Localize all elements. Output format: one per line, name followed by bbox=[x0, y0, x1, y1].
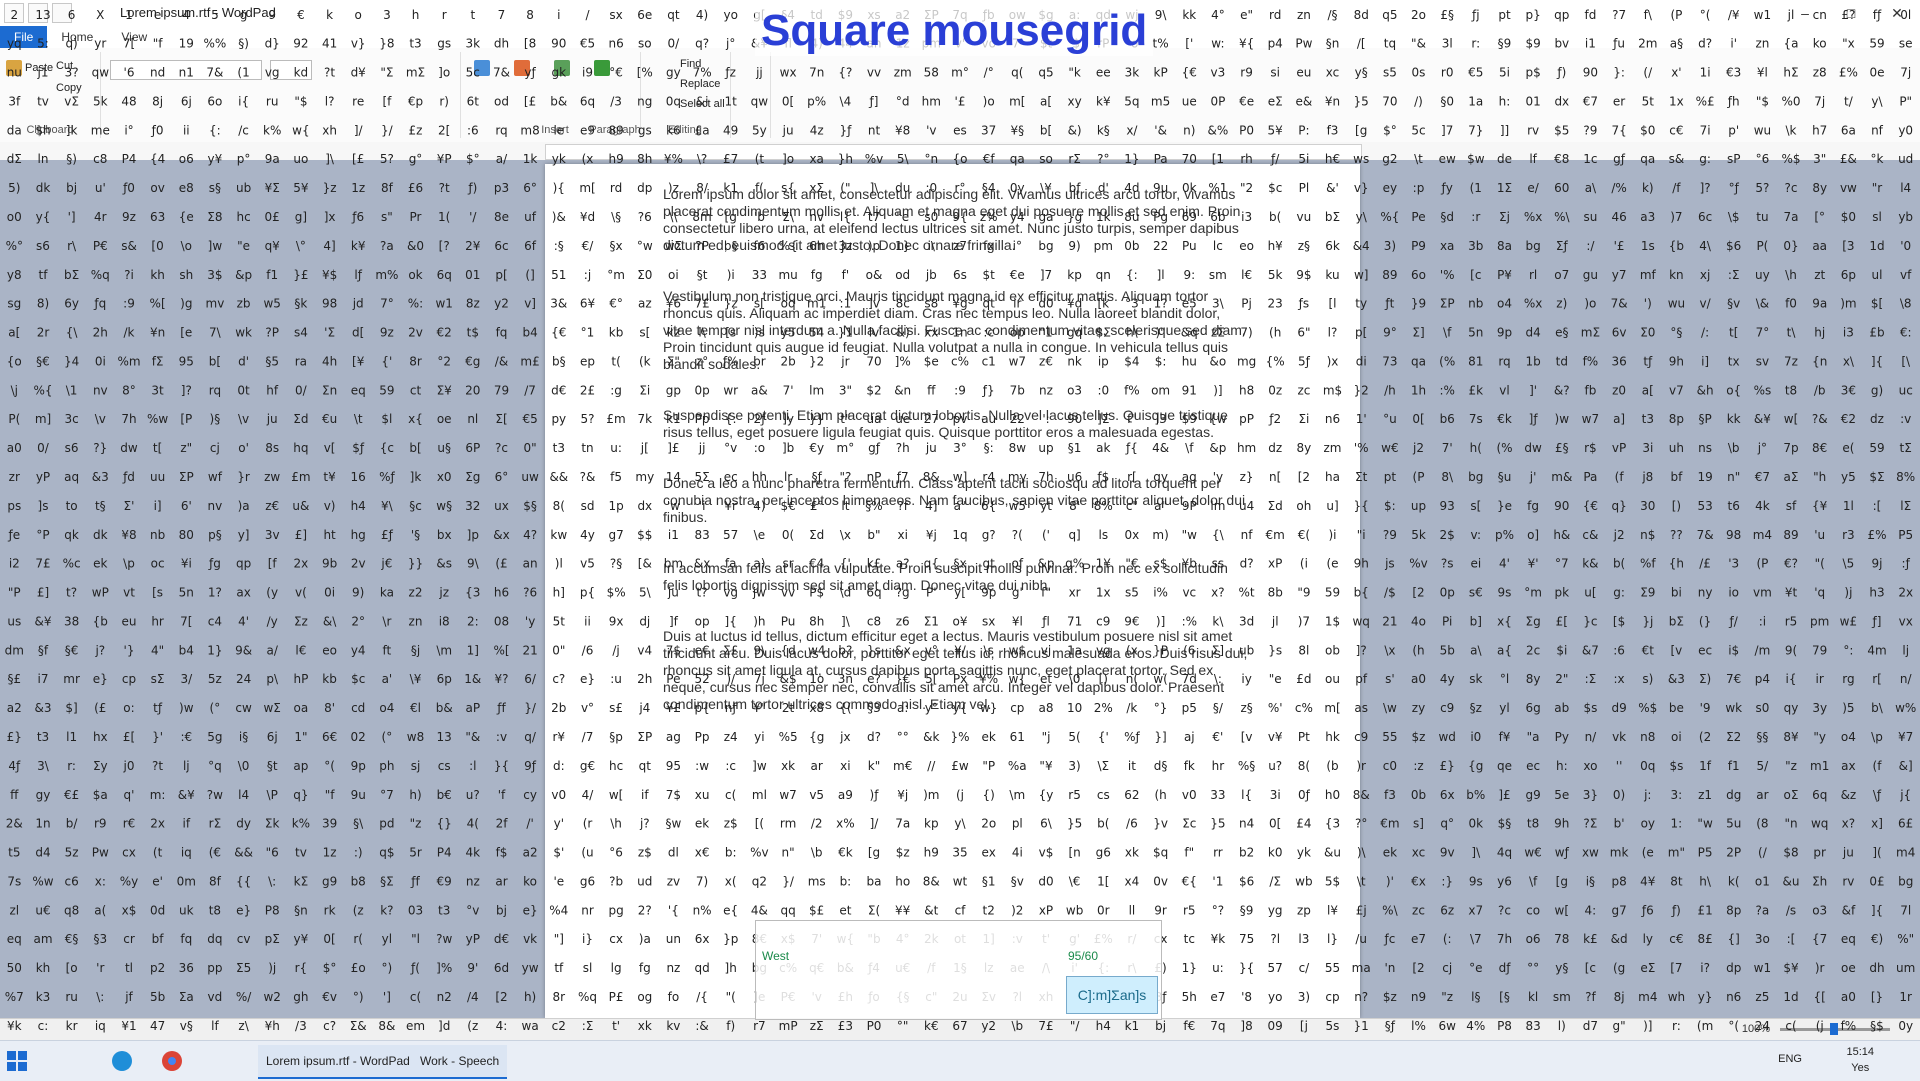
tab-file[interactable]: File bbox=[0, 26, 48, 48]
font-group bbox=[100, 52, 461, 138]
date-time-button[interactable] bbox=[554, 60, 573, 76]
object-icon bbox=[594, 60, 610, 76]
taskbar: Lorem ipsum.rtf - WordPad Work - Speech … bbox=[0, 1040, 1920, 1081]
find-button[interactable]: Find bbox=[680, 58, 701, 70]
tab-home[interactable]: Home bbox=[47, 26, 107, 48]
popup-percent: 95/60 bbox=[1068, 949, 1099, 963]
paragraph: Donec a leo a nunc pharetra fermentum. C… bbox=[663, 475, 1246, 525]
calendar-icon bbox=[554, 60, 570, 76]
editing-group: Find Replace Select all Editing bbox=[640, 52, 731, 138]
page-ruler[interactable] bbox=[545, 144, 1362, 160]
taskbar-app-speech[interactable]: Work - Speech bbox=[412, 1045, 508, 1079]
copy-button[interactable]: Copy bbox=[56, 82, 82, 94]
zoom-slider-thumb[interactable] bbox=[1830, 1023, 1838, 1035]
tab-view[interactable]: View bbox=[107, 26, 161, 48]
insert-object-button[interactable] bbox=[594, 60, 613, 76]
title-bar: Lorem ipsum.rtf - WordPad – □ ✕ bbox=[0, 0, 1920, 27]
editing-group-label: Editing bbox=[668, 124, 702, 136]
taskbar-app-wordpad[interactable]: Lorem ipsum.rtf - WordPad bbox=[258, 1045, 418, 1079]
close-button[interactable]: ✕ bbox=[1874, 0, 1920, 26]
status-bar: 100% bbox=[0, 1018, 1920, 1041]
font-size-select[interactable] bbox=[270, 60, 312, 80]
paragraph: Suspendisse potenti. Etiam placerat dict… bbox=[663, 407, 1228, 440]
font-family-select[interactable] bbox=[110, 60, 262, 80]
cut-button[interactable]: Cut bbox=[56, 60, 73, 72]
paint-drawing-button[interactable] bbox=[514, 60, 533, 76]
paste-button[interactable]: Paste bbox=[6, 60, 53, 76]
direction-popup: West 95/60 C]:m]Σan]s bbox=[755, 920, 1162, 1020]
language-indicator[interactable]: ENG bbox=[1778, 1053, 1802, 1065]
quick-access-toolbar bbox=[4, 3, 72, 23]
document-text[interactable]: Lorem ipsum dolor sit amet, consectetur … bbox=[663, 186, 1253, 747]
paint-icon bbox=[514, 60, 530, 76]
replace-button[interactable]: Replace bbox=[680, 78, 720, 90]
picture-button[interactable] bbox=[474, 60, 493, 76]
ribbon-tabs: File Home View bbox=[0, 26, 1920, 49]
clock-date: Yes bbox=[1851, 1062, 1870, 1074]
paragraph: Lorem ipsum dolor sit amet, consectetur … bbox=[663, 186, 1241, 253]
clock[interactable]: 15:14 Yes bbox=[1846, 1044, 1874, 1076]
chrome-browser-button[interactable] bbox=[160, 1045, 184, 1077]
document-workspace: Lorem ipsum dolor sit amet, consectetur … bbox=[0, 160, 1920, 1018]
windows-icon bbox=[7, 1051, 27, 1071]
minimize-button[interactable]: – bbox=[1782, 0, 1828, 26]
paragraph: In accumsan felis at lacinia vulputate. … bbox=[663, 560, 1228, 593]
paragraph: Duis at luctus id tellus, dictum efficit… bbox=[663, 628, 1248, 712]
picture-icon bbox=[474, 60, 490, 76]
start-button[interactable] bbox=[6, 1045, 28, 1077]
edge-browser-button[interactable] bbox=[110, 1045, 134, 1077]
clipboard-group: Paste Cut Copy Clipboard bbox=[0, 52, 101, 138]
undo-icon[interactable] bbox=[28, 3, 48, 23]
chrome-icon bbox=[162, 1051, 182, 1071]
popup-input[interactable]: C]:m]Σan]s bbox=[1066, 976, 1158, 1014]
clipboard-group-label: Clipboard bbox=[26, 124, 74, 136]
window-controls: – □ ✕ bbox=[1782, 0, 1920, 26]
insert-group-label: Insert bbox=[541, 124, 569, 136]
popup-direction: West bbox=[762, 949, 790, 963]
clock-time: 15:14 bbox=[1846, 1046, 1874, 1058]
maximize-button[interactable]: □ bbox=[1828, 0, 1874, 26]
window-title: Lorem ipsum.rtf - WordPad bbox=[120, 5, 276, 20]
edge-icon bbox=[112, 1051, 132, 1071]
select-all-button[interactable]: Select all bbox=[680, 98, 725, 110]
paste-icon bbox=[6, 60, 22, 76]
ruler bbox=[0, 142, 1920, 161]
ribbon: Paste Cut Copy Clipboard Paragraph Inser… bbox=[0, 48, 1920, 143]
wordpad-window: Lorem ipsum.rtf - WordPad – □ ✕ File Hom… bbox=[0, 0, 1920, 1041]
paragraph: Vestibulum non tristique orci. Mauris ti… bbox=[663, 288, 1246, 372]
insert-group: Insert bbox=[470, 52, 641, 138]
redo-icon[interactable] bbox=[52, 3, 72, 23]
save-icon[interactable] bbox=[4, 3, 24, 23]
zoom-level: 100% bbox=[1741, 1023, 1770, 1035]
document-page[interactable]: Lorem ipsum dolor sit amet, consectetur … bbox=[545, 164, 1360, 1018]
